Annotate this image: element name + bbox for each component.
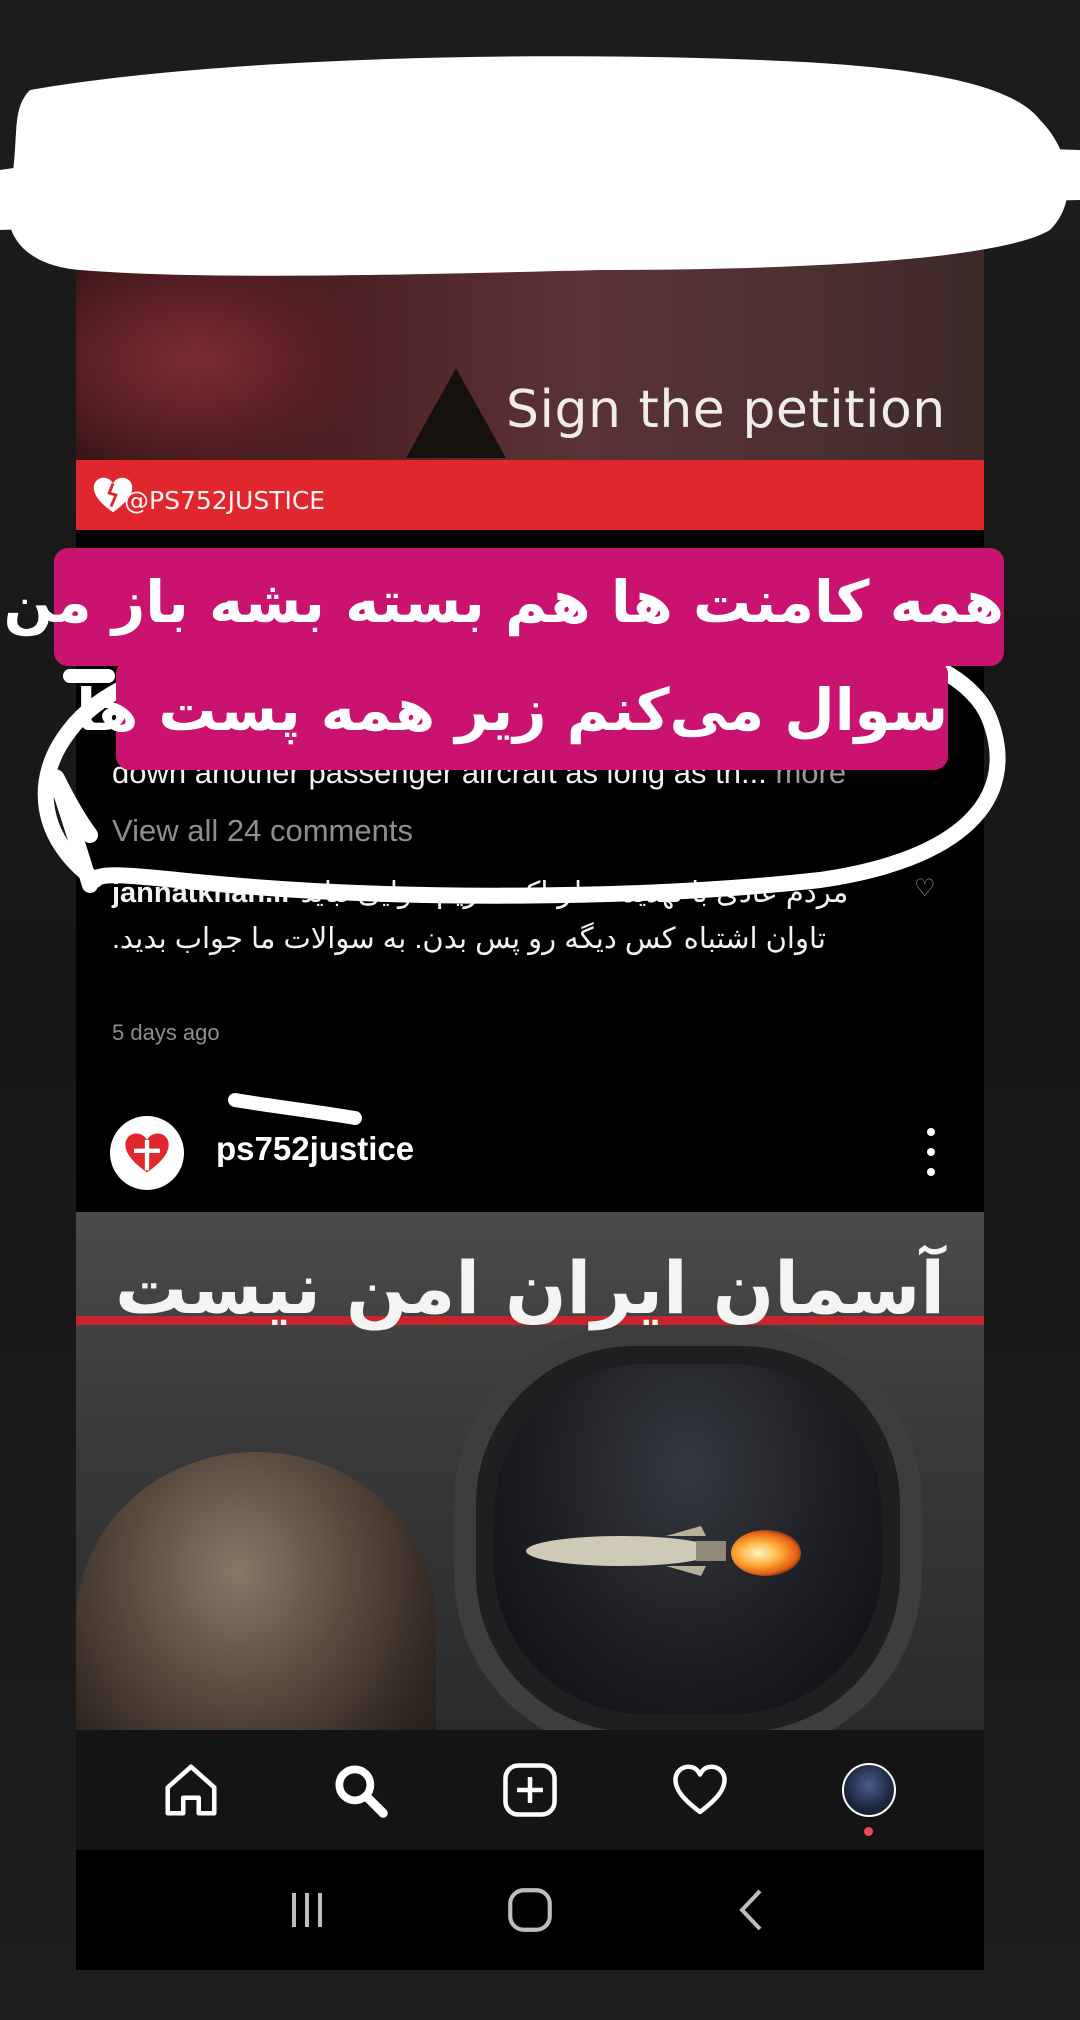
search-icon [335,1765,389,1818]
text-sticker: همه کامنت ها هم بسته بشه باز من سوال می‌… [3,548,1010,770]
comment: jannatkhah.ir مردم عادی با تهدید خطرناک … [112,870,912,962]
image-headline: آسمان ایران امن نیست [114,1246,946,1330]
petition-image[interactable]: Sign the petition @PS752JUSTICE [76,250,984,530]
heart-icon [672,1764,727,1815]
missile-graphic [526,1526,726,1576]
comment-like-icon[interactable]: ♡ [914,874,936,903]
comment-author[interactable]: jannatkhah.ir [112,877,293,909]
more-options-icon[interactable] [916,1122,946,1182]
redaction-scribble [0,56,1080,276]
add-post-icon [503,1763,557,1817]
nav-activity[interactable] [665,1755,735,1825]
airplane-tail [406,368,506,458]
view-comments-link[interactable]: View all 24 comments [112,813,413,849]
profile-avatar [842,1763,897,1817]
comment-time: 5 days ago [112,1020,220,1045]
bottom-navigation [76,1730,984,1850]
home-icon [165,1764,217,1816]
broken-heart-icon [125,1133,169,1173]
post-username[interactable]: ps752justice [216,1130,414,1168]
phone-screen: Sign the petition @PS752JUSTICE down ano… [76,250,984,1970]
sticker-line2: سوال می‌کنم زیر همه پست ها [76,676,948,744]
system-navigation [76,1850,984,1970]
missile-flame [731,1530,801,1576]
nav-profile[interactable] [834,1755,904,1836]
petition-handle: @PS752JUSTICE [124,486,326,515]
sticker-line1: همه کامنت ها هم بسته بشه باز من [3,568,1004,636]
back-icon[interactable] [728,1885,778,1935]
petition-text: Sign the petition [506,380,946,440]
home-circle-icon[interactable] [504,1884,556,1936]
post-image[interactable]: آسمان ایران امن نیست [76,1212,984,1730]
nav-search[interactable] [325,1755,395,1825]
nav-home[interactable] [156,1755,226,1825]
nav-new-post[interactable] [495,1755,565,1825]
notification-dot [864,1827,874,1836]
post-avatar[interactable] [110,1116,184,1190]
passenger-head [76,1452,436,1730]
recent-apps-icon[interactable] [282,1885,332,1935]
